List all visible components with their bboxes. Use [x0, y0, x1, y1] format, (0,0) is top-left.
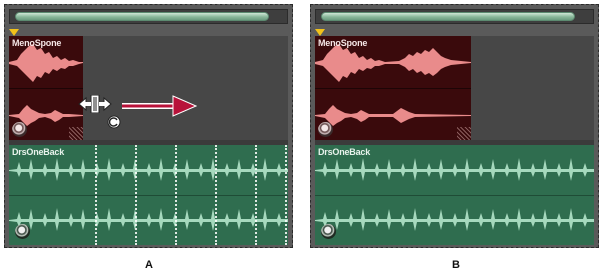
scroll-thumb[interactable] [15, 12, 269, 21]
drum-clip-name: DrsOneBack [12, 147, 65, 157]
horizontal-scrollbar[interactable] [9, 9, 288, 24]
loop-icon[interactable] [318, 122, 333, 137]
waveform [315, 105, 471, 126]
panel-a: MenoSpone DrsOneBack [4, 4, 293, 248]
drum-lane-divider [9, 195, 288, 196]
audio-track-top: MenoSpone [9, 36, 288, 140]
clip-lane-right [9, 88, 83, 140]
beat-gridline [215, 145, 217, 245]
scroll-thumb[interactable] [321, 12, 575, 21]
audio-clip[interactable]: MenoSpone [315, 36, 471, 140]
drum-track: DrsOneBack [315, 145, 594, 245]
drum-clip-name: DrsOneBack [318, 147, 371, 157]
clip-name: MenoSpone [318, 38, 368, 48]
clip-resize-handle[interactable] [457, 127, 471, 140]
loop-icon[interactable] [321, 224, 336, 239]
trim-cursor-icon [78, 95, 112, 113]
loop-icon[interactable] [15, 224, 30, 239]
clip-name: MenoSpone [12, 38, 62, 48]
beat-gridline [175, 145, 177, 245]
playhead-marker-icon[interactable] [9, 29, 19, 36]
beat-gridline [285, 145, 287, 245]
panel-b-caption: B [452, 259, 460, 271]
beat-gridline [135, 145, 137, 245]
panel-b: MenoSpone DrsOneBack [310, 4, 599, 248]
beat-gridline [255, 145, 257, 245]
beat-gridline [95, 145, 97, 245]
rotate-icon [107, 115, 121, 129]
clip-lane-right [315, 88, 471, 140]
audio-clip[interactable]: MenoSpone [9, 36, 83, 140]
arrow-right-icon [122, 95, 197, 117]
audio-track-top: MenoSpone [315, 36, 594, 140]
playhead-marker-icon[interactable] [315, 29, 325, 36]
drum-lane-divider [315, 195, 594, 196]
drum-track: DrsOneBack [9, 145, 288, 245]
clip-resize-handle[interactable] [69, 127, 83, 140]
horizontal-scrollbar[interactable] [315, 9, 594, 24]
panel-a-caption: A [145, 259, 153, 271]
loop-icon[interactable] [12, 122, 27, 137]
